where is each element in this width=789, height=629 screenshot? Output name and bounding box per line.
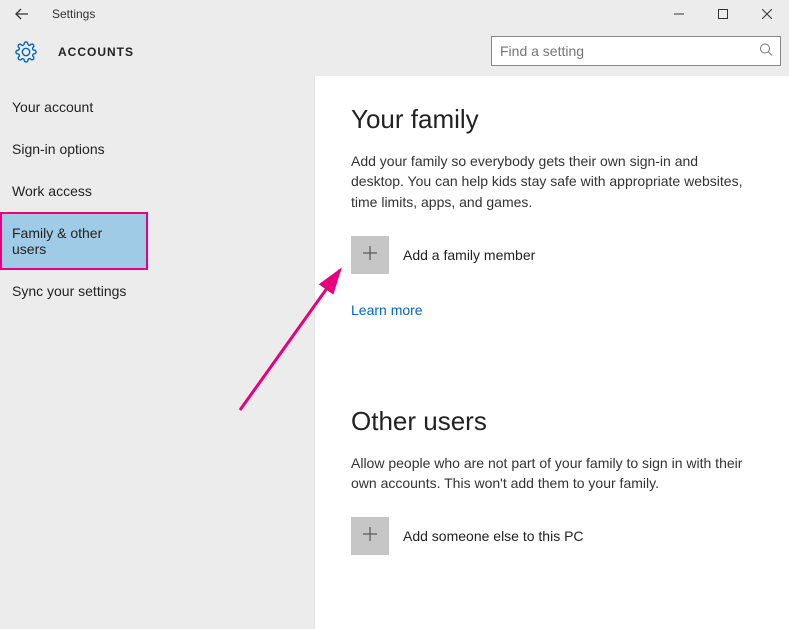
minimize-icon xyxy=(674,9,684,19)
plus-icon xyxy=(361,522,379,550)
family-heading: Your family xyxy=(351,104,753,135)
maximize-button[interactable] xyxy=(701,0,745,28)
sidebar-item-sync-settings[interactable]: Sync your settings xyxy=(0,270,314,312)
add-family-label: Add a family member xyxy=(403,247,535,263)
sidebar-item-sign-in-options[interactable]: Sign-in options xyxy=(0,128,314,170)
header-bar: ACCOUNTS xyxy=(0,28,789,76)
add-other-label: Add someone else to this PC xyxy=(403,528,584,544)
maximize-icon xyxy=(718,9,728,19)
plus-icon xyxy=(361,241,379,269)
add-family-row[interactable]: Add a family member xyxy=(351,236,753,274)
section-title: ACCOUNTS xyxy=(58,45,134,59)
main-panel: Your family Add your family so everybody… xyxy=(314,76,789,629)
gear-icon xyxy=(14,40,38,64)
other-users-section: Other users Allow people who are not par… xyxy=(351,406,753,556)
learn-more-link[interactable]: Learn more xyxy=(351,302,423,318)
add-family-button[interactable] xyxy=(351,236,389,274)
add-other-row[interactable]: Add someone else to this PC xyxy=(351,517,753,555)
minimize-button[interactable] xyxy=(657,0,701,28)
back-arrow-icon xyxy=(15,7,29,21)
sidebar: Your account Sign-in options Work access… xyxy=(0,76,314,629)
search-container xyxy=(491,36,781,66)
add-other-button[interactable] xyxy=(351,517,389,555)
other-users-description: Allow people who are not part of your fa… xyxy=(351,453,753,494)
close-button[interactable] xyxy=(745,0,789,28)
family-description: Add your family so everybody gets their … xyxy=(351,151,753,212)
sidebar-item-work-access[interactable]: Work access xyxy=(0,170,314,212)
window-controls xyxy=(657,0,789,28)
back-button[interactable] xyxy=(0,0,44,28)
search-icon xyxy=(759,43,773,60)
window-title: Settings xyxy=(52,7,95,21)
content-area: Your account Sign-in options Work access… xyxy=(0,76,789,629)
titlebar: Settings xyxy=(0,0,789,28)
search-input[interactable] xyxy=(491,36,781,66)
sidebar-item-your-account[interactable]: Your account xyxy=(0,86,314,128)
close-icon xyxy=(762,9,772,19)
sidebar-item-family-other-users[interactable]: Family & other users xyxy=(0,212,148,270)
other-users-heading: Other users xyxy=(351,406,753,437)
